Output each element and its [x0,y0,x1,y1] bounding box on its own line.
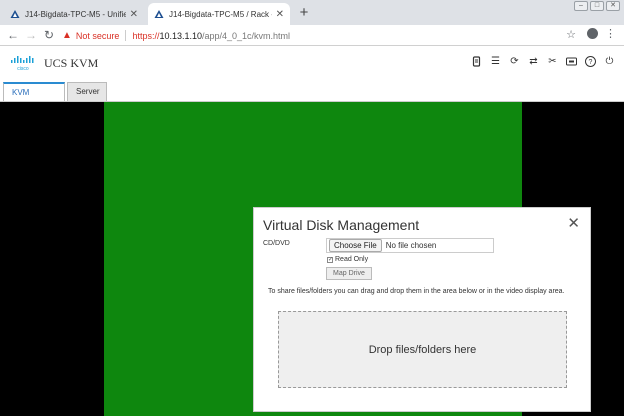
cisco-triangle-icon [10,10,20,18]
drop-zone-label: Drop files/folders here [368,343,477,356]
browser-tab-unified-computing[interactable]: J14-Bigdata-TPC-M5 - Unified Comp ✕ [4,3,144,25]
tools-icon[interactable]: ✂ [546,55,559,68]
tab-server[interactable]: Server [67,82,107,101]
close-tab-icon[interactable]: ✕ [130,9,138,20]
close-icon[interactable]: ✕ [567,216,580,232]
new-tab-button[interactable]: + [296,4,312,22]
list-icon[interactable]: ☰ [489,55,502,68]
app-header: cisco UCS KVM ☰ ⟳ ⇄ ✂ ? ⏻ [0,46,624,80]
sync-icon[interactable]: ⇄ [527,55,540,68]
file-input[interactable]: Choose File No file chosen [326,238,494,253]
profile-avatar-icon[interactable] [587,28,598,39]
bookmark-star-icon[interactable]: ☆ [566,28,576,41]
tab-kvm-console[interactable]: KVM Console [3,82,65,115]
virtual-disk-dialog: Virtual Disk Management ✕ CD/DVD Choose … [253,207,591,412]
share-instructions: To share files/folders you can drag and … [268,288,565,295]
app-title: UCS KVM [44,56,99,70]
choose-file-button[interactable]: Choose File [329,239,382,252]
back-icon[interactable]: ← [6,27,20,44]
read-only-label: Read Only [335,256,369,263]
keyboard-icon[interactable] [565,55,578,68]
warning-icon: ▲ [62,30,72,41]
security-status[interactable]: Not secure [76,31,120,41]
svg-text:?: ? [589,59,593,66]
logout-icon[interactable]: ⏻ [603,55,616,68]
read-only-checkbox[interactable]: ✓ [327,256,333,263]
cd-dvd-label: CD/DVD [263,240,290,247]
browser-tab-title: J14-Bigdata-TPC-M5 - Unified Comp [25,9,126,19]
browser-tab-strip: J14-Bigdata-TPC-M5 - Unified Comp ✕ J14-… [0,0,624,25]
file-drop-zone[interactable]: Drop files/folders here [278,311,567,388]
url-host: 10.13.1.10 [159,30,202,41]
divider [125,30,127,41]
reload-icon[interactable]: ↻ [42,27,56,44]
map-drive-button[interactable]: Map Drive [326,267,372,280]
kvm-tab-bar: KVM Console Server [0,80,624,115]
device-icon[interactable] [470,55,483,68]
close-tab-icon[interactable]: ✕ [276,9,284,20]
address-bar[interactable]: ▲ Not secure https:// 10.13.1.10 /app/4_… [62,27,582,44]
file-status: No file chosen [385,241,437,250]
minimize-icon[interactable]: – [574,1,588,11]
cisco-triangle-icon [154,10,164,18]
close-window-icon[interactable]: ✕ [606,1,620,11]
maximize-icon[interactable]: □ [590,1,604,11]
refresh-icon[interactable]: ⟳ [508,55,521,68]
help-icon[interactable]: ? [584,55,597,68]
cisco-logo-text: cisco [17,66,29,71]
window-controls: – □ ✕ [574,1,620,11]
cisco-logo: cisco [11,56,34,71]
forward-icon[interactable]: → [24,27,38,44]
header-toolbar: ☰ ⟳ ⇄ ✂ ? ⏻ [470,55,616,68]
url-scheme: https:// [132,30,160,41]
browser-tab-kvm[interactable]: J14-Bigdata-TPC-M5 / Rack -17 - K ✕ [148,3,290,25]
browser-tab-title: J14-Bigdata-TPC-M5 / Rack -17 - K [169,9,272,19]
url-path: /app/4_0_1c/kvm.html [202,30,291,41]
read-only-option: ✓ Read Only [327,256,368,263]
browser-toolbar: ← → ↻ ▲ Not secure https:// 10.13.1.10 /… [0,25,624,46]
dialog-title: Virtual Disk Management [263,217,420,233]
browser-menu-icon[interactable]: ⋮ [605,27,616,42]
